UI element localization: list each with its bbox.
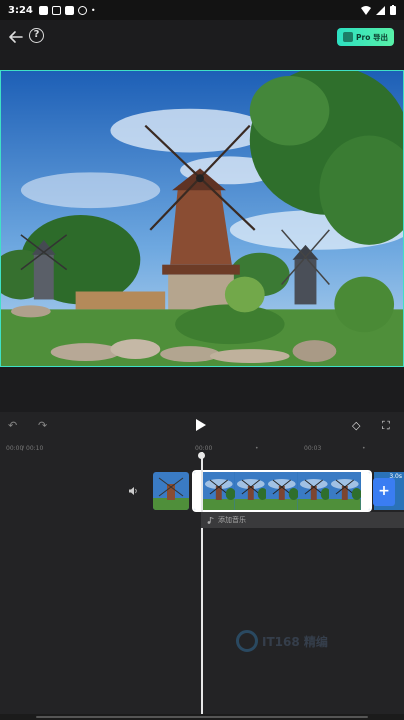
- export-icon: [343, 32, 354, 42]
- horizontal-scrollbar[interactable]: [36, 716, 368, 718]
- cover-thumbnail[interactable]: [153, 472, 189, 510]
- status-time: 3:24: [8, 4, 33, 16]
- wifi-icon: [361, 5, 371, 15]
- clip-frame: [266, 472, 298, 510]
- help-button[interactable]: ?: [29, 28, 44, 43]
- notification-icon: [38, 5, 48, 15]
- current-time: 00:00: [6, 445, 24, 452]
- playhead[interactable]: [201, 452, 203, 714]
- watermark-logo-icon: [236, 630, 258, 652]
- game-icon: [77, 5, 87, 15]
- add-music-label: 添加音乐: [218, 516, 246, 524]
- signal-icon: [376, 5, 385, 15]
- playhead-knob[interactable]: [198, 452, 205, 459]
- back-arrow-icon[interactable]: [8, 29, 24, 45]
- playback-controls: ↶ ↷ ◇ ⛶: [0, 412, 404, 440]
- ruler-mark-1: 00:03: [304, 445, 322, 452]
- undo-button[interactable]: ↶: [8, 419, 17, 432]
- editor-header: ? Pro 导出: [0, 20, 404, 70]
- download-icon: [51, 5, 61, 15]
- watermark-text: IT168 精编: [262, 634, 328, 649]
- redo-button[interactable]: ↷: [38, 419, 47, 432]
- music-icon: [207, 516, 214, 524]
- preview-spacer: [0, 367, 404, 412]
- clip-frame: [203, 472, 235, 510]
- play-button[interactable]: [196, 419, 206, 431]
- status-bar: 3:24 •: [0, 0, 404, 20]
- total-time: 00:10: [26, 445, 44, 452]
- keyframe-button[interactable]: ◇: [352, 419, 360, 432]
- dot-indicator: •: [90, 5, 96, 15]
- clip-frame: [234, 472, 267, 510]
- clip-frame: [329, 472, 361, 510]
- battery-icon: [390, 5, 396, 15]
- watermark: IT168 精编: [236, 630, 328, 652]
- app-icon: [64, 5, 74, 15]
- clip-trim-handle-right[interactable]: [361, 472, 370, 510]
- pro-export-button[interactable]: Pro 导出: [337, 28, 394, 46]
- clip-frames: [203, 472, 361, 510]
- clip-frame: [297, 472, 330, 510]
- ruler-mark-0: 00:00: [195, 445, 213, 452]
- add-music-track[interactable]: 添加音乐: [201, 512, 404, 528]
- export-label: Pro 导出: [356, 32, 388, 42]
- bottom-scroll-area: [0, 714, 404, 720]
- fullscreen-button[interactable]: ⛶: [382, 419, 390, 433]
- video-preview[interactable]: [0, 70, 404, 367]
- audio-toggle-icon[interactable]: [128, 486, 138, 496]
- add-clip-button[interactable]: +: [373, 478, 395, 506]
- video-clip[interactable]: [192, 470, 372, 512]
- preview-image: [1, 71, 403, 366]
